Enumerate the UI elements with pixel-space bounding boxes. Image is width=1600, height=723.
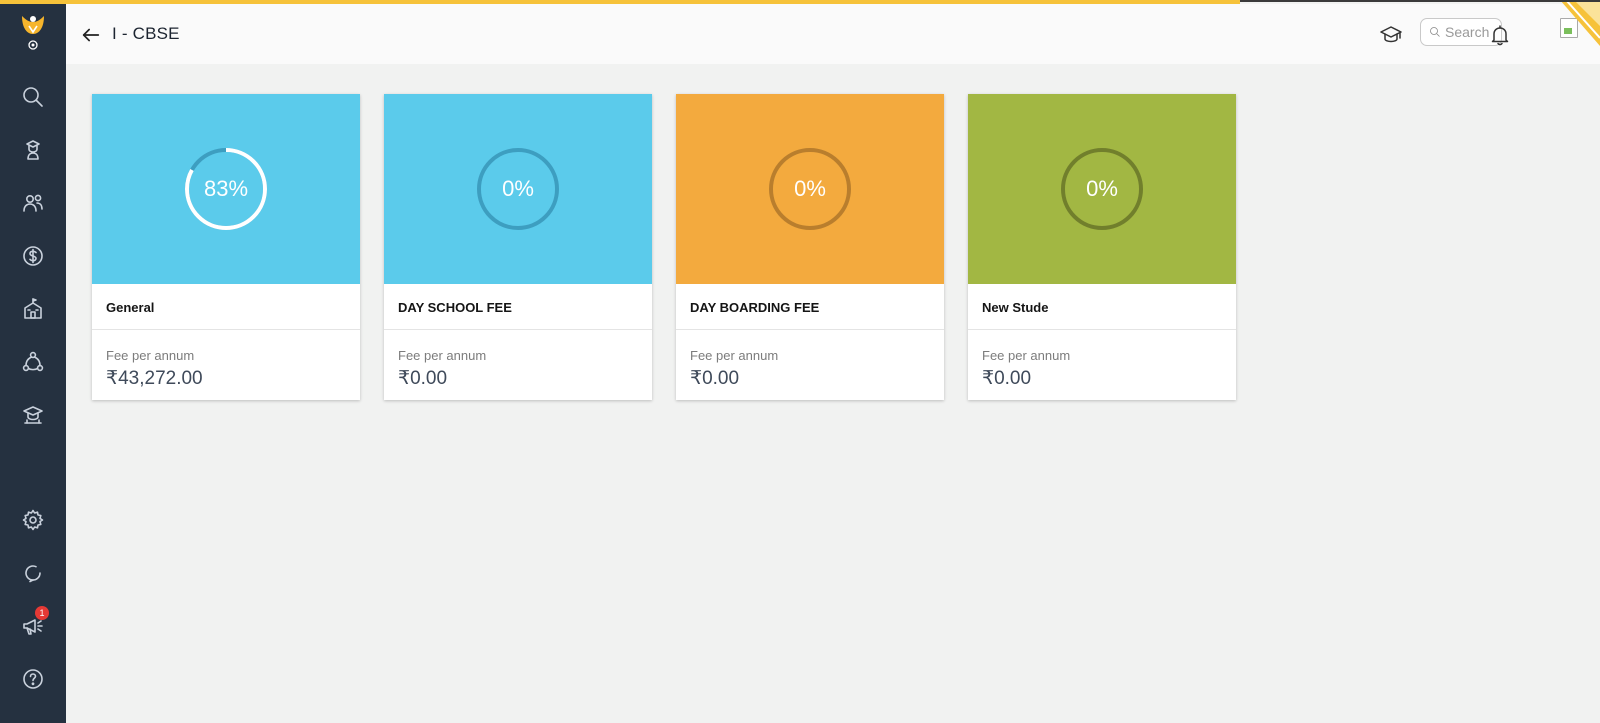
corner-decoration: [1530, 0, 1600, 50]
sidebar-item-help[interactable]: [0, 657, 66, 701]
sidebar-item-settings[interactable]: [0, 498, 66, 542]
fee-label: Fee per annum: [690, 348, 779, 363]
search-icon: [1430, 27, 1440, 37]
progress-ring: 0%: [1059, 146, 1145, 232]
sidebar-item-network[interactable]: [0, 340, 66, 384]
sidebar-item-students[interactable]: [0, 128, 66, 172]
fee-value: ₹0.00: [982, 368, 1032, 389]
fee-card-name: DAY BOARDING FEE: [676, 284, 944, 330]
fee-card-name: General: [92, 284, 360, 330]
fee-card-name: DAY SCHOOL FEE: [384, 284, 652, 330]
page-title: I - CBSE: [112, 24, 180, 43]
sidebar: 1: [0, 0, 66, 723]
notification-badge: 1: [35, 606, 49, 620]
fee-card-header: 0%: [968, 94, 1236, 284]
fee-value: ₹0.00: [690, 368, 740, 389]
sidebar-item-academy[interactable]: [0, 393, 66, 437]
people-icon: [23, 194, 43, 212]
notifications-button[interactable]: [1487, 22, 1513, 48]
network-icon: [22, 351, 44, 372]
fee-card[interactable]: 0% DAY BOARDING FEE Fee per annum ₹0.00: [676, 94, 944, 400]
fee-value: ₹0.00: [398, 368, 448, 389]
progress-ring: 0%: [767, 146, 853, 232]
loading-progress-bar: [0, 0, 1240, 4]
progress-percent: 0%: [502, 176, 534, 201]
sidebar-item-finance[interactable]: [0, 234, 66, 278]
loading-progress-track: [1240, 0, 1600, 2]
fee-card-header: 83%: [92, 94, 360, 284]
school-icon: [24, 298, 42, 319]
help-icon: [23, 669, 43, 689]
fee-card[interactable]: 83% General Fee per annum ₹43,272.00: [92, 94, 360, 400]
sidebar-item-people[interactable]: [0, 181, 66, 225]
sidebar-item-search[interactable]: [0, 75, 66, 119]
dollar-icon: [23, 246, 43, 266]
arrow-left-icon: [82, 28, 100, 42]
sidebar-item-announcements[interactable]: 1: [0, 604, 66, 648]
progress-percent: 0%: [1086, 176, 1118, 201]
graduation-cap-button[interactable]: [1378, 22, 1404, 48]
settings-icon: [22, 509, 44, 531]
fee-card-header: 0%: [384, 94, 652, 284]
sidebar-item-school[interactable]: [0, 287, 66, 331]
app-root: 1 I - CBSE Search 83% General Fee per an…: [0, 0, 1600, 723]
progress-ring: 0%: [475, 146, 561, 232]
bell-icon: [1491, 25, 1509, 46]
sidebar-item-refresh[interactable]: [0, 551, 66, 595]
app-logo[interactable]: [6, 4, 60, 64]
fee-card-name: New Stude: [968, 284, 1236, 330]
fee-card[interactable]: 0% New Stude Fee per annum ₹0.00: [968, 94, 1236, 400]
refresh-icon: [25, 565, 41, 583]
fee-card[interactable]: 0% DAY SCHOOL FEE Fee per annum ₹0.00: [384, 94, 652, 400]
fee-label: Fee per annum: [398, 348, 487, 363]
top-header: I - CBSE: [66, 4, 1600, 64]
progress-ring: 83%: [183, 146, 269, 232]
fee-card-header: 0%: [676, 94, 944, 284]
fee-label: Fee per annum: [982, 348, 1071, 363]
fee-label: Fee per annum: [106, 348, 195, 363]
academy-icon: [23, 406, 43, 424]
logo-icon: [22, 16, 44, 50]
fee-value: ₹43,272.00: [106, 368, 203, 389]
progress-percent: 0%: [794, 176, 826, 201]
back-button[interactable]: [80, 24, 102, 46]
graduation-cap-icon: [1380, 26, 1402, 43]
student-icon: [26, 140, 40, 160]
progress-percent: 83%: [203, 176, 249, 201]
search-icon: [23, 87, 43, 107]
